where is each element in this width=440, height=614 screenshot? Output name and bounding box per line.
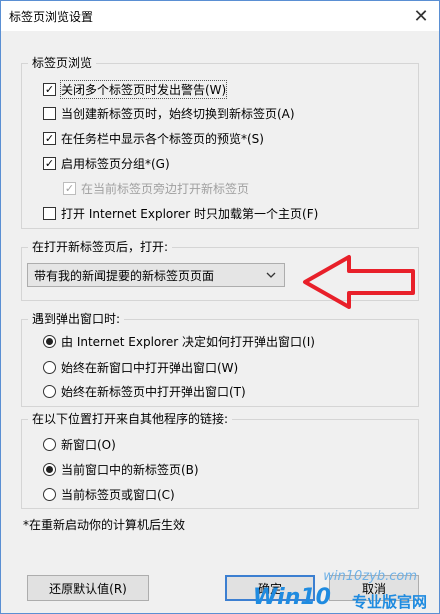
- radio-empty-icon[interactable]: [43, 360, 56, 374]
- radio-new-window[interactable]: 始终在新窗口中打开弹出窗口(W): [43, 358, 238, 376]
- radio-selected-icon[interactable]: [43, 462, 56, 476]
- radio-link-current[interactable]: 当前标签页或窗口(C): [43, 485, 175, 503]
- red-arrow-annotation-icon: [303, 255, 415, 309]
- radio-label: 新窗口(O): [61, 437, 116, 452]
- radio-label: 始终在新窗口中打开弹出窗口(W): [61, 360, 239, 375]
- group-label-popups: 遇到弹出窗口时:: [28, 311, 125, 327]
- restart-note: *在重新启动你的计算机后生效: [23, 518, 186, 532]
- close-icon[interactable]: ✕: [403, 1, 439, 31]
- dialog-window: 标签页浏览设置 ✕ 标签页浏览 ✓ 关闭多个标签页时发出警告(W) 当创建新标签…: [0, 0, 440, 614]
- radio-selected-icon[interactable]: [43, 334, 56, 348]
- checkbox-taskbar-previews[interactable]: ✓ 在任务栏中显示各个标签页的预览*(S): [43, 129, 264, 147]
- chevron-down-icon[interactable]: [266, 267, 276, 286]
- radio-link-new-tab[interactable]: 当前窗口中的新标签页(B): [43, 460, 199, 478]
- window-title: 标签页浏览设置: [9, 10, 94, 24]
- radio-ie-decides[interactable]: 由 Internet Explorer 决定如何打开弹出窗口(I): [43, 332, 315, 350]
- checkbox-switch-to-new-tab[interactable]: 当创建新标签页时，始终切换到新标签页(A): [43, 104, 295, 122]
- checkbox-label: 在当前标签页旁边打开新标签页: [81, 181, 250, 196]
- radio-empty-icon[interactable]: [43, 437, 56, 451]
- watermark-url: win10zyb.com: [323, 569, 417, 584]
- group-label-new-tab: 在打开新标签页后，打开:: [28, 239, 173, 255]
- watermark-suffix: 专业版官网: [351, 593, 427, 611]
- checkmark-icon[interactable]: ✓: [43, 82, 56, 96]
- restore-defaults-button[interactable]: 还原默认值(R): [27, 575, 149, 601]
- checkbox-label: 打开 Internet Explorer 时只加载第一个主页(F): [61, 206, 319, 221]
- checkbox-label: 启用标签页分组*(G): [61, 156, 170, 171]
- group-label-tab-browsing: 标签页浏览: [28, 55, 97, 71]
- radio-label: 当前窗口中的新标签页(B): [61, 462, 199, 477]
- checkbox-label: 当创建新标签页时，始终切换到新标签页(A): [61, 106, 295, 121]
- watermark-brand: Win10: [252, 585, 331, 610]
- checkbox-warn-close-tabs[interactable]: ✓ 关闭多个标签页时发出警告(W): [43, 79, 228, 99]
- checkbox-open-next-to-current[interactable]: ✓ 在当前标签页旁边打开新标签页: [63, 179, 249, 197]
- dropdown-selected-value: 带有我的新闻提要的新标签页页面: [34, 268, 215, 283]
- checkbox-label: 在任务栏中显示各个标签页的预览*(S): [61, 131, 264, 146]
- radio-empty-icon[interactable]: [43, 487, 56, 501]
- radio-label: 当前标签页或窗口(C): [61, 487, 175, 502]
- radio-link-new-window[interactable]: 新窗口(O): [43, 435, 116, 453]
- title-bar: 标签页浏览设置 ✕: [1, 1, 439, 31]
- radio-new-tab[interactable]: 始终在新标签页中打开弹出窗口(T): [43, 382, 246, 400]
- checkmark-icon[interactable]: ✓: [43, 156, 56, 170]
- checkbox-empty-icon[interactable]: [43, 106, 56, 120]
- checkmark-icon[interactable]: ✓: [63, 181, 76, 195]
- radio-empty-icon[interactable]: [43, 384, 56, 398]
- watermark-logo: win10zyb.com Win10 专业版官网: [231, 567, 431, 613]
- checkbox-label: 关闭多个标签页时发出警告(W): [59, 79, 228, 99]
- group-label-links: 在以下位置打开来自其他程序的链接:: [28, 411, 233, 427]
- radio-label: 始终在新标签页中打开弹出窗口(T): [61, 384, 246, 399]
- new-tab-dropdown[interactable]: 带有我的新闻提要的新标签页页面: [27, 263, 285, 287]
- checkbox-empty-icon[interactable]: [43, 206, 56, 220]
- checkmark-icon[interactable]: ✓: [43, 131, 56, 145]
- radio-label: 由 Internet Explorer 决定如何打开弹出窗口(I): [61, 334, 315, 349]
- checkbox-load-first-home[interactable]: 打开 Internet Explorer 时只加载第一个主页(F): [43, 204, 318, 222]
- checkbox-tab-groups[interactable]: ✓ 启用标签页分组*(G): [43, 154, 170, 172]
